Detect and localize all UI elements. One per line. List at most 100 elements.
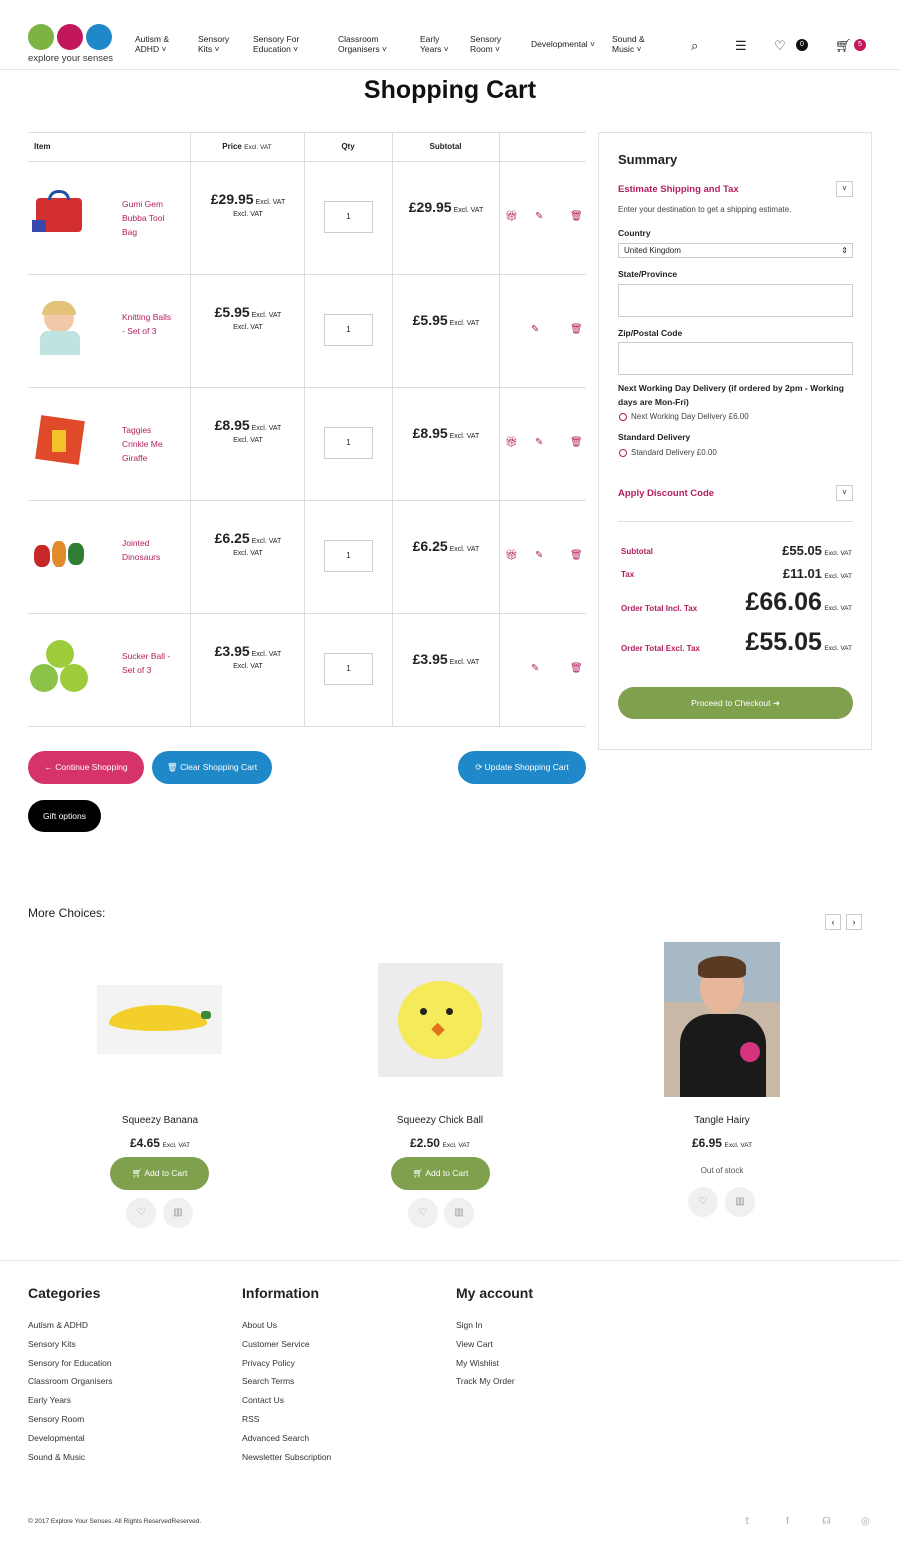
add-to-cart-button[interactable]: 🛒︎ Add to Cart [110, 1157, 209, 1190]
product-name[interactable]: Knitting Balls - Set of 3 [122, 310, 172, 338]
nav-autism[interactable]: Autism & ADHD ˅ [135, 34, 169, 54]
zip-label: Zip/Postal Code [618, 328, 683, 338]
edit-icon[interactable]: ✎ [531, 663, 539, 674]
nav-developmental[interactable]: Developmental ˅ [531, 39, 595, 49]
footer-link[interactable]: Sensory for Education [28, 1354, 113, 1373]
footer-link[interactable]: View Cart [456, 1335, 533, 1354]
heart-icon[interactable]: ♡ [688, 1187, 718, 1217]
compare-icon[interactable]: ▥ [444, 1198, 474, 1228]
footer-link[interactable]: My Wishlist [456, 1354, 533, 1373]
edit-icon[interactable]: ✎ [535, 211, 543, 222]
delete-icon[interactable]: 🗑︎ [570, 211, 583, 222]
next-day-radio[interactable] [619, 413, 627, 421]
footer-link[interactable]: Track My Order [456, 1372, 533, 1391]
qty-input[interactable]: 1 [324, 201, 373, 233]
compare-icon[interactable]: ▥ [163, 1198, 193, 1228]
product-name[interactable]: Squeezy Banana [60, 1115, 260, 1126]
discount-toggle[interactable]: Apply Discount Code [618, 488, 714, 499]
nav-sensory-education[interactable]: Sensory For Education ˅ [253, 34, 299, 54]
prev-arrow-icon[interactable]: ‹ [825, 914, 841, 930]
compare-icon[interactable]: ▥ [725, 1187, 755, 1217]
sucker-ball-image[interactable] [30, 638, 90, 693]
subtotal-value: £55.05 Excl. VAT [782, 543, 852, 558]
delete-icon[interactable]: 🗑︎ [570, 437, 583, 448]
nav-classroom[interactable]: Classroom Organisers ˅ [338, 34, 387, 54]
edit-icon[interactable]: ✎ [535, 550, 543, 561]
nav-sound-music[interactable]: Sound & Music ˅ [612, 34, 645, 54]
edit-icon[interactable]: ✎ [535, 437, 543, 448]
clear-cart-button[interactable]: 🗑︎ Clear Shopping Cart [152, 751, 272, 784]
qty-input[interactable]: 1 [324, 653, 373, 685]
footer-link[interactable]: Sound & Music [28, 1448, 113, 1467]
cart-row: Knitting Balls - Set of 3 £5.95 Excl. VAT… [28, 275, 586, 388]
footer-link[interactable]: Advanced Search [242, 1429, 331, 1448]
heart-icon[interactable]: ♡ [408, 1198, 438, 1228]
knitting-balls-image[interactable] [30, 299, 90, 355]
zip-input[interactable] [618, 342, 853, 375]
state-input[interactable] [618, 284, 853, 317]
facebook-icon[interactable]: f [786, 1516, 789, 1527]
qty-input[interactable]: 1 [324, 427, 373, 459]
delete-icon[interactable]: 🗑︎ [570, 550, 583, 561]
chevron-down-icon[interactable]: ˅ [836, 181, 853, 197]
footer-link[interactable]: RSS [242, 1410, 331, 1429]
footer-link[interactable]: Contact Us [242, 1391, 331, 1410]
product-price: £6.95 Excl. VAT [691, 1136, 753, 1150]
footer-link[interactable]: Classroom Organisers [28, 1372, 113, 1391]
footer-link[interactable]: Sensory Kits [28, 1335, 113, 1354]
edit-icon[interactable]: ✎ [531, 324, 539, 335]
search-icon[interactable]: ⌕ [691, 38, 698, 54]
jointed-dinosaurs-image[interactable] [30, 525, 90, 580]
footer-link[interactable]: Sensory Room [28, 1410, 113, 1429]
qty-input[interactable]: 1 [324, 314, 373, 346]
twitter-icon[interactable]: 𝕥 [745, 1516, 750, 1527]
delete-icon[interactable]: 🗑︎ [570, 663, 583, 674]
continue-shopping-button[interactable]: ← Continue Shopping [28, 751, 144, 784]
standard-radio[interactable] [619, 449, 627, 457]
nav-sensory-room[interactable]: Sensory Room ˅ [470, 34, 501, 54]
taggies-giraffe-image[interactable] [30, 412, 90, 467]
squeezy-banana-image[interactable] [97, 985, 222, 1054]
gift-icon[interactable]: 🎁︎ [505, 550, 518, 561]
product-name[interactable]: Squeezy Chick Ball [340, 1115, 540, 1126]
footer-link[interactable]: Customer Service [242, 1335, 331, 1354]
squeezy-chick-ball-image[interactable] [378, 963, 503, 1077]
gift-options-button[interactable]: Gift options [28, 800, 101, 832]
chevron-down-icon[interactable]: ˅ [836, 485, 853, 501]
next-arrow-icon[interactable]: › [846, 914, 862, 930]
footer-link[interactable]: Search Terms [242, 1372, 331, 1391]
footer-link[interactable]: About Us [242, 1316, 331, 1335]
product-name[interactable]: Gumi Gem Bubba Tool Bag [122, 197, 172, 239]
gumi-gem-bag-image[interactable] [30, 186, 90, 241]
footer-link[interactable]: Privacy Policy [242, 1354, 331, 1373]
footer-link[interactable]: Newsletter Subscription [242, 1448, 331, 1467]
add-to-cart-button[interactable]: 🛒︎ Add to Cart [391, 1157, 490, 1190]
footer-link[interactable]: Autism & ADHD [28, 1316, 113, 1335]
heart-icon[interactable]: ♡ [774, 38, 786, 54]
gift-icon[interactable]: 🎁︎ [505, 211, 518, 222]
footer-link[interactable]: Developmental [28, 1429, 113, 1448]
col-item: Item [34, 133, 51, 162]
product-name[interactable]: Tangle Hairy [622, 1115, 822, 1126]
footer-link[interactable]: Sign In [456, 1316, 533, 1335]
gift-icon[interactable]: 🎁︎ [505, 437, 518, 448]
product-name[interactable]: Sucker Ball - Set of 3 [122, 649, 172, 677]
product-name[interactable]: Jointed Dinosaurs [122, 536, 172, 564]
tangle-hairy-image[interactable] [664, 942, 780, 1097]
delete-icon[interactable]: 🗑︎ [570, 324, 583, 335]
update-cart-button[interactable]: ⟳ Update Shopping Cart [458, 751, 586, 784]
instagram-icon[interactable]: ◎ [861, 1516, 870, 1527]
cart-icon[interactable]: 🛒︎ [835, 38, 852, 54]
footer-link[interactable]: Early Years [28, 1391, 113, 1410]
menu-icon[interactable]: ☰ [735, 38, 747, 54]
nav-sensory-kits[interactable]: Sensory Kits ˅ [198, 34, 229, 54]
site-logo[interactable]: explore your senses [28, 24, 128, 66]
heart-icon[interactable]: ♡ [126, 1198, 156, 1228]
qty-input[interactable]: 1 [324, 540, 373, 572]
rss-icon[interactable]: ☊ [822, 1516, 831, 1527]
proceed-to-checkout-button[interactable]: Proceed to Checkout ➜ [618, 687, 853, 719]
nav-early-years[interactable]: Early Years ˅ [420, 34, 449, 54]
country-select[interactable]: United Kingdom ⇕ [618, 243, 853, 258]
product-name[interactable]: Taggies Crinkle Me Giraffe [122, 423, 172, 465]
estimate-shipping-toggle[interactable]: Estimate Shipping and Tax [618, 184, 739, 195]
